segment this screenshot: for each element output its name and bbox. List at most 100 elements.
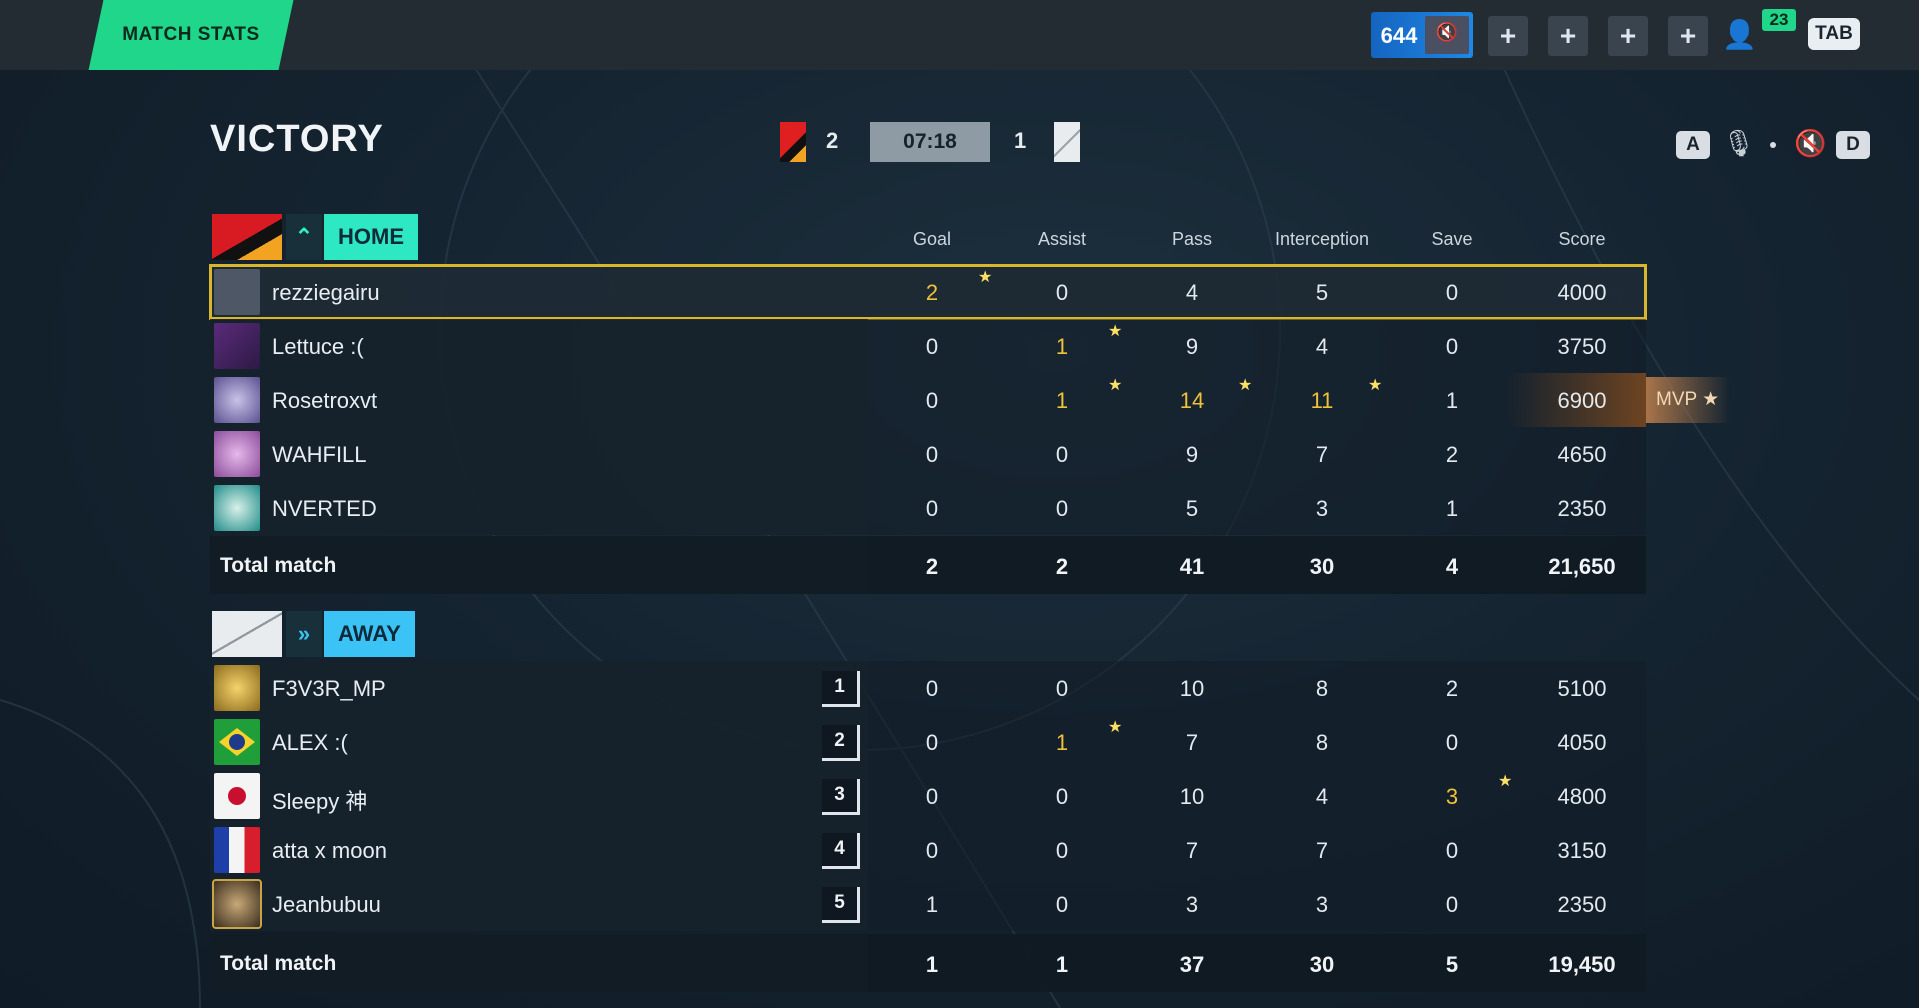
profile-avatar[interactable]: 🔇 [1425,16,1469,54]
stat-goal: 1 [925,892,939,917]
france-flag-icon [214,827,260,873]
stat-goal: 0 [925,784,939,809]
stat-score: 4650 [1557,442,1607,467]
stat-interception: 4 [1315,334,1329,359]
away-score: 1 [1014,128,1027,153]
player-row[interactable]: NVERTED 0 0 5 3 1 2350 [210,481,1646,535]
star-icon: ★ [978,269,993,286]
stat-assist: 0 [1055,442,1069,467]
total-label: Total match [220,952,337,975]
away-team-flag [1054,122,1080,162]
star-icon: ★ [1702,389,1720,410]
player-name: atta x moon [272,838,387,863]
star-icon: ★ [1108,719,1123,736]
total-interception: 30 [1309,952,1335,977]
stat-interception: 3 [1315,496,1329,521]
stat-save: 0 [1445,892,1459,917]
player-row[interactable]: ALEX :( 2 0 1 ★ 7 8 0 4050 [210,715,1646,769]
key-d-hint[interactable]: D [1836,131,1870,159]
player-name: Sleepy 神 [272,789,368,814]
stat-save: 1 [1445,496,1459,521]
friends-icon[interactable]: 👤 [1722,18,1757,52]
player-name: F3V3R_MP [272,676,386,701]
stat-interception: 7 [1315,838,1329,863]
player-row[interactable]: F3V3R_MP 1 0 0 10 8 2 5100 [210,661,1646,715]
stat-assist: 0 [1055,784,1069,809]
match-stats-tab-label: MATCH STATS [122,24,260,45]
stat-goal: 0 [925,388,939,413]
player-row[interactable]: WAHFILL 0 0 9 7 2 4650 [210,427,1646,481]
stat-interception: 8 [1315,730,1329,755]
stat-interception: 4 [1315,784,1329,809]
match-result: VICTORY [210,118,384,160]
add-slot-button-1[interactable]: + [1488,16,1528,56]
player-row[interactable]: Jeanbubuu 5 1 0 3 3 0 2350 [210,877,1646,931]
player-name: Lettuce :( [272,334,364,359]
player-avatar [214,377,260,423]
stat-save: 2 [1445,442,1459,467]
speaker-muted-icon[interactable]: 🔇 [1794,128,1826,159]
stat-pass: 7 [1185,730,1199,755]
stat-goal: 0 [925,838,939,863]
stat-save: 0 [1445,334,1459,359]
player-avatar [214,485,260,531]
total-score: 21,650 [1548,554,1616,579]
total-interception: 30 [1309,554,1335,579]
home-team-emblem [212,214,282,260]
tab-key-hint[interactable]: TAB [1808,18,1860,50]
player-name: ALEX :( [272,730,348,755]
add-slot-button-4[interactable]: + [1668,16,1708,56]
column-goal: Goal [912,229,952,249]
star-icon: ★ [1238,377,1253,394]
player-currency[interactable]: 644 🔇 [1371,12,1473,58]
stat-pass: 10 [1179,676,1205,701]
player-row[interactable]: Rosetroxvt 0 1 ★ 14 ★ 11 ★ 1 6900 MVP ★ [210,373,1730,427]
add-slot-button-2[interactable]: + [1548,16,1588,56]
column-pass: Pass [1171,229,1213,249]
stat-assist: 0 [1055,496,1069,521]
stat-goal: 0 [925,676,939,701]
mic-off-icon[interactable]: 🎙 [1722,128,1755,159]
stat-interception: 7 [1315,442,1329,467]
player-avatar [214,665,260,711]
home-score: 2 [826,128,839,153]
top-bar: MATCH STATS 644 🔇 + + + + 👤 23 TAB [0,0,1919,70]
stat-score: 6900 [1557,388,1607,413]
total-goal: 1 [925,952,939,977]
stat-assist: 0 [1055,892,1069,917]
player-row[interactable]: atta x moon 4 0 0 7 7 0 3150 [210,823,1646,877]
stat-goal: 0 [925,730,939,755]
rank-badge: 1 [822,671,860,707]
player-row[interactable]: Sleepy 神 3 0 0 10 4 3 ★ 4800 [210,769,1646,823]
home-team-flag [780,122,806,162]
home-total-row: Total match 2 2 41 30 4 21,650 [210,536,1646,594]
stat-interception: 8 [1315,676,1329,701]
key-a-hint[interactable]: A [1676,131,1710,159]
stat-pass: 4 [1185,280,1199,305]
home-team-icon: ⌃ [286,214,322,260]
total-pass: 37 [1179,952,1205,977]
player-row[interactable]: rezziegairu 2 ★ 0 4 5 0 4000 [209,264,1647,320]
total-assist: 2 [1055,554,1069,579]
player-row[interactable]: Lettuce :( 0 1 ★ 9 4 0 3750 [210,319,1646,373]
stat-score: 2350 [1557,892,1607,917]
rank-badge: 3 [822,779,860,815]
column-assist: Assist [1037,229,1086,249]
player-avatar [212,879,262,929]
separator-dot [1770,142,1776,148]
add-slot-button-3[interactable]: + [1608,16,1648,56]
total-label: Total match [220,554,337,577]
match-stats-tab[interactable]: MATCH STATS [88,0,294,70]
stat-pass: 9 [1185,334,1199,359]
stat-pass: 7 [1185,838,1199,863]
stat-goal: 0 [925,496,939,521]
player-name: NVERTED [272,496,377,521]
notification-count: 23 [1762,9,1796,31]
rank-badge: 4 [822,833,860,869]
total-assist: 1 [1055,952,1069,977]
star-icon: ★ [1108,377,1123,394]
column-score: Score [1558,229,1606,249]
japan-flag-icon [214,773,260,819]
star-icon: ★ [1108,323,1123,340]
brazil-flag-icon [214,719,260,765]
